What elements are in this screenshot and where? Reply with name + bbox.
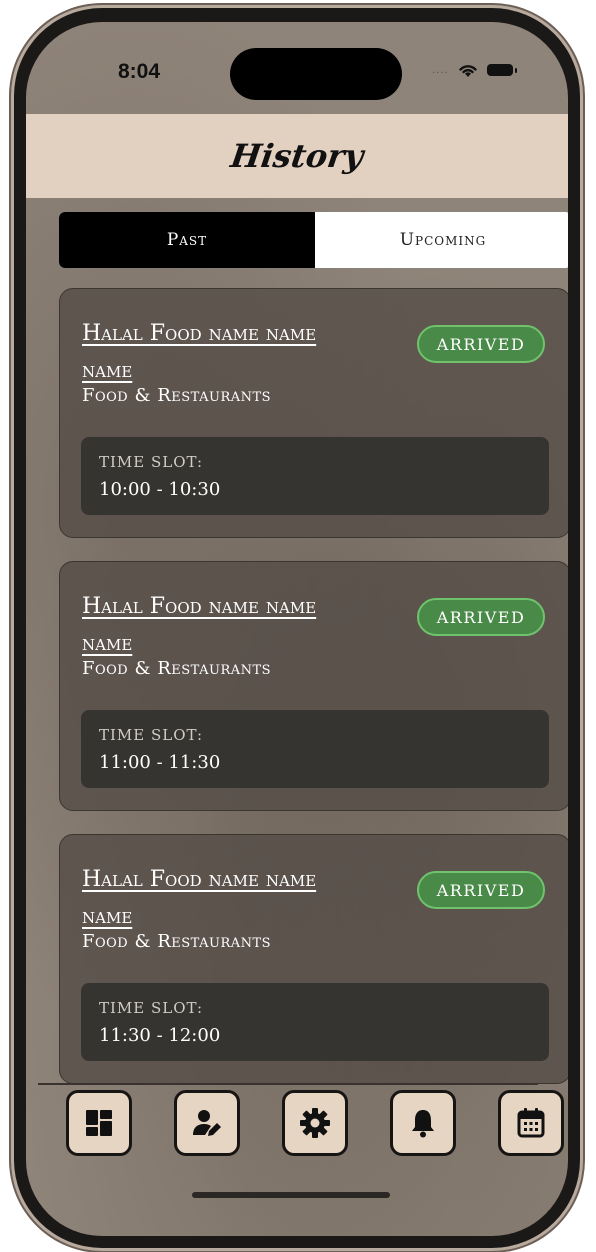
dynamic-island: [230, 48, 402, 100]
battery-icon: [486, 64, 517, 76]
booking-card[interactable]: Halal Food name name name Food & Restaur…: [59, 288, 568, 538]
time-slot-value: 10:00 - 10:30: [99, 479, 221, 500]
tab-settings[interactable]: [282, 1090, 348, 1156]
booking-category: Food & Restaurants: [82, 931, 272, 952]
status-badge: ARRIVED: [417, 325, 545, 363]
wifi-icon: [459, 65, 477, 77]
time-slot-box: TIME SLOT: 11:30 - 12:00: [81, 983, 549, 1061]
time-slot-box: TIME SLOT: 10:00 - 10:30: [81, 437, 549, 515]
time-slot-value: 11:30 - 12:00: [99, 1025, 221, 1046]
time-slot-label: TIME SLOT:: [99, 999, 204, 1017]
user-edit-icon: [193, 1110, 221, 1136]
status-time: 8:04: [118, 60, 161, 83]
bell-icon: [412, 1110, 434, 1138]
booking-title-link[interactable]: Halal Food name name name: [82, 315, 342, 389]
tab-bar-divider: [38, 1083, 538, 1085]
bottom-tab-bar: [38, 1090, 564, 1160]
header-bar: History: [26, 114, 568, 198]
time-slot-box: TIME SLOT: 11:00 - 11:30: [81, 710, 549, 788]
tab-notifications[interactable]: [390, 1090, 456, 1156]
booking-title-link[interactable]: Halal Food name name name: [82, 861, 342, 935]
signal-icon: ....: [432, 64, 449, 76]
booking-category: Food & Restaurants: [82, 385, 272, 406]
status-badge: ARRIVED: [417, 598, 545, 636]
booking-card[interactable]: Halal Food name name name Food & Restaur…: [59, 561, 568, 811]
settings-gear-icon: [300, 1108, 330, 1138]
tab-upcoming[interactable]: Upcoming: [315, 212, 568, 268]
status-bar: 8:04 ....: [26, 22, 568, 114]
booking-card[interactable]: Halal Food name name name Food & Restaur…: [59, 834, 568, 1084]
dashboard-icon: [86, 1110, 112, 1136]
time-slot-label: TIME SLOT:: [99, 726, 204, 744]
status-badge: ARRIVED: [417, 871, 545, 909]
tab-past[interactable]: Past: [59, 212, 315, 268]
page-title: History: [228, 137, 366, 175]
time-slot-label: TIME SLOT:: [99, 453, 204, 471]
app-screen: 8:04 .... History Past Upcoming Halal Fo…: [26, 22, 568, 1236]
tab-calendar[interactable]: [498, 1090, 564, 1156]
status-icons: ....: [432, 62, 517, 78]
tab-dashboard[interactable]: [66, 1090, 132, 1156]
booking-title-link[interactable]: Halal Food name name name: [82, 588, 342, 662]
home-indicator[interactable]: [192, 1192, 390, 1198]
booking-category: Food & Restaurants: [82, 658, 272, 679]
tab-profile-edit[interactable]: [174, 1090, 240, 1156]
segmented-control: Past Upcoming: [59, 212, 568, 268]
time-slot-value: 11:00 - 11:30: [99, 752, 221, 773]
calendar-icon: [517, 1108, 545, 1138]
